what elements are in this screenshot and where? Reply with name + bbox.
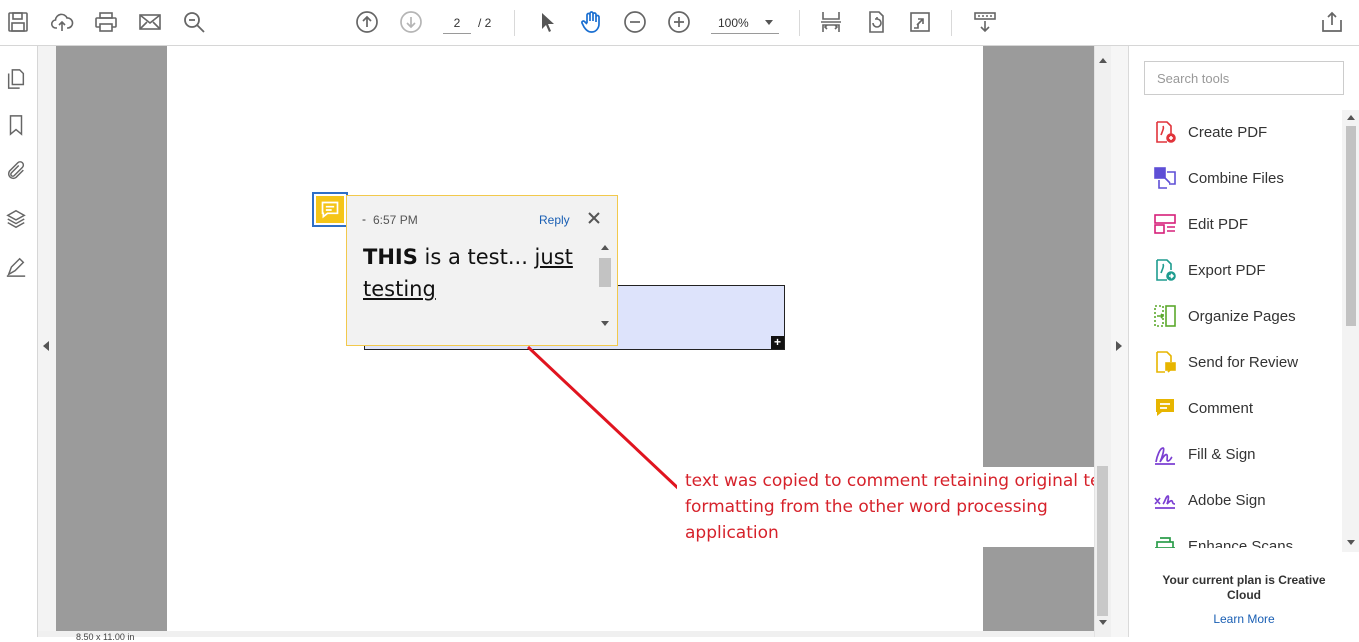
tool-label: Send for Review — [1188, 353, 1299, 371]
page-number-input[interactable]: 2 — [443, 12, 471, 34]
expand-left-panel-icon[interactable] — [43, 341, 49, 351]
tool-label: Fill & Sign — [1188, 445, 1256, 463]
annotation-callout: text was copied to comment retaining ori… — [677, 467, 1125, 547]
comment-timestamp: 6:57 PM — [373, 213, 418, 227]
plus-icon[interactable]: + — [771, 336, 784, 349]
full-screen-icon[interactable] — [908, 10, 932, 34]
tool-export-pdf[interactable]: Export PDF — [1153, 255, 1343, 285]
comment-scroll-thumb[interactable] — [599, 258, 611, 287]
plan-info: Your current plan is Creative Cloud — [1162, 573, 1326, 602]
save-icon[interactable] — [6, 10, 30, 34]
comment-popup[interactable]: - 6:57 PM Reply THIS is a test... just t… — [346, 195, 618, 346]
tool-label: Combine Files — [1188, 169, 1284, 187]
left-navigation-rail — [0, 46, 38, 637]
tools-scrollbar[interactable] — [1342, 110, 1359, 552]
vertical-scroll-thumb[interactable] — [1097, 466, 1108, 616]
combine-files-icon — [1154, 167, 1176, 189]
sticky-note-icon[interactable] — [312, 192, 348, 227]
next-page-icon[interactable] — [399, 10, 423, 34]
attachments-icon[interactable] — [5, 160, 27, 182]
toolbar-divider — [951, 10, 952, 36]
vertical-scrollbar[interactable] — [1094, 46, 1111, 637]
scroll-down-icon[interactable] — [1099, 620, 1107, 625]
comment-plain-text: is a test... — [417, 245, 535, 269]
scroll-up-icon[interactable] — [1099, 58, 1107, 63]
comment-scrollbar[interactable] — [598, 243, 612, 331]
print-icon[interactable] — [94, 10, 118, 34]
close-icon[interactable] — [586, 210, 602, 226]
reply-link[interactable]: Reply — [539, 213, 570, 227]
tool-comment[interactable]: Comment — [1153, 393, 1343, 423]
adobe-sign-icon — [1154, 495, 1176, 509]
tool-label: Edit PDF — [1188, 215, 1249, 233]
tool-label: Create PDF — [1188, 123, 1268, 141]
tool-label: Comment — [1188, 399, 1254, 417]
toolbar-divider — [799, 10, 800, 36]
tools-list: Create PDF Combine Files Edit PDF Export… — [1129, 108, 1344, 548]
email-icon[interactable] — [138, 10, 162, 34]
bookmarks-icon[interactable] — [5, 114, 27, 136]
find-icon[interactable] — [182, 10, 206, 34]
zoom-level-value: 100% — [718, 16, 749, 30]
comment-underlined-text: just — [534, 245, 573, 269]
tool-combine-files[interactable]: Combine Files — [1153, 163, 1343, 193]
tool-organize-pages[interactable]: Organize Pages — [1153, 301, 1343, 331]
previous-page-icon[interactable] — [355, 10, 379, 34]
tool-send-for-review[interactable]: Send for Review — [1153, 347, 1343, 377]
page-size-indicator: 8.50 x 11.00 in — [76, 632, 135, 642]
read-mode-icon[interactable] — [973, 10, 997, 34]
zoom-level-select[interactable]: 100% — [711, 12, 779, 34]
organize-pages-icon — [1154, 305, 1176, 327]
tool-adobe-sign[interactable]: Adobe Sign — [1153, 485, 1343, 515]
tool-label: Export PDF — [1188, 261, 1266, 279]
tool-label: Adobe Sign — [1188, 491, 1266, 509]
send-for-review-icon — [1156, 351, 1176, 373]
scrolling-mode-icon[interactable] — [819, 10, 843, 34]
horizontal-scrollbar[interactable] — [38, 631, 1094, 637]
top-toolbar: 2 / 2 100% — [0, 0, 1359, 46]
tool-label: Enhance Scans — [1188, 537, 1294, 549]
tool-fill-sign[interactable]: Fill & Sign — [1153, 439, 1343, 469]
tools-scroll-thumb[interactable] — [1346, 126, 1356, 326]
toolbar-divider — [514, 10, 515, 36]
select-cursor-icon[interactable] — [535, 10, 559, 34]
collapse-right-panel-icon[interactable] — [1116, 341, 1122, 351]
zoom-in-icon[interactable] — [667, 10, 691, 34]
scroll-up-icon[interactable] — [1347, 115, 1355, 120]
learn-more-link[interactable]: Learn More — [1129, 612, 1359, 626]
tool-edit-pdf[interactable]: Edit PDF — [1153, 209, 1343, 239]
enhance-scans-icon — [1155, 537, 1175, 548]
rotate-view-icon[interactable] — [864, 10, 888, 34]
create-pdf-icon — [1156, 121, 1176, 143]
comment-underlined-text: testing — [363, 277, 436, 301]
fill-sign-icon — [1155, 447, 1175, 465]
layers-icon[interactable] — [5, 208, 27, 230]
comment-bold-text: THIS — [363, 245, 418, 269]
edit-pdf-icon — [1154, 214, 1176, 234]
export-pdf-icon — [1156, 259, 1176, 281]
comment-icon — [1156, 399, 1174, 416]
scroll-down-icon[interactable] — [601, 321, 609, 326]
tool-label: Organize Pages — [1188, 307, 1296, 325]
page-total: / 2 — [478, 16, 492, 30]
tool-enhance-scans[interactable]: Enhance Scans — [1153, 531, 1343, 548]
scroll-up-icon[interactable] — [601, 245, 609, 250]
comment-author: - — [362, 212, 366, 226]
annotation-text: text was copied to comment retaining ori… — [685, 471, 1117, 543]
hand-tool-icon[interactable] — [579, 10, 603, 34]
search-tools-input[interactable] — [1144, 61, 1344, 95]
page-thumbnails-icon[interactable] — [5, 68, 27, 90]
tool-create-pdf[interactable]: Create PDF — [1153, 117, 1343, 147]
zoom-out-icon[interactable] — [623, 10, 647, 34]
comment-body[interactable]: THIS is a test... just testing — [363, 241, 593, 305]
scroll-down-icon[interactable] — [1347, 540, 1355, 545]
chevron-down-icon — [765, 20, 773, 25]
signatures-icon[interactable] — [5, 256, 27, 278]
tools-pane: Create PDF Combine Files Edit PDF Export… — [1129, 46, 1359, 637]
upload-cloud-icon[interactable] — [50, 10, 74, 34]
share-icon[interactable] — [1320, 10, 1344, 34]
